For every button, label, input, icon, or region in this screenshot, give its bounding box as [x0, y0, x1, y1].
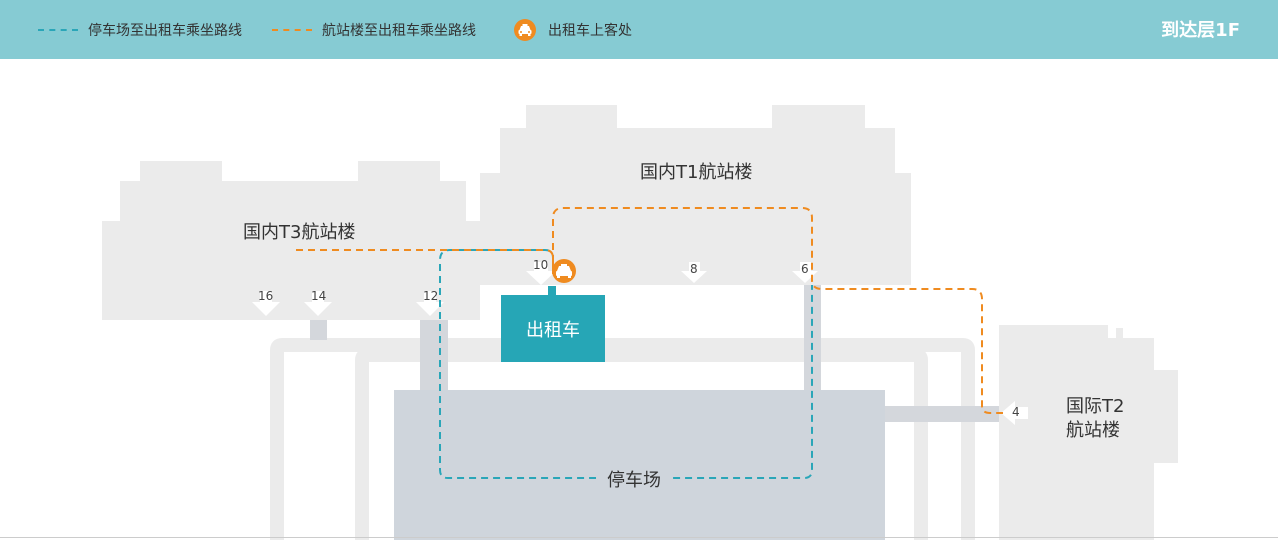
gate-number-12: 12 [423, 289, 439, 303]
terminal-t3-label: 国内T3航站楼 [243, 222, 356, 243]
gate-number-4: 4 [1012, 405, 1020, 419]
legend-label: 航站楼至出租车乘坐路线 [322, 22, 476, 39]
legend-label: 出租车上客处 [548, 22, 632, 39]
parking-route-swatch [38, 28, 78, 31]
gate-number-8: 8 [690, 262, 698, 276]
parking-label: 停车场 [596, 466, 672, 492]
taxi-pickup-marker [552, 259, 576, 283]
legend-taxi-pickup: 出租车上客处 [514, 0, 632, 59]
walkway-12 [420, 320, 448, 390]
header-bar: 停车场至出租车乘坐路线 航站楼至出租车乘坐路线 出租车上客处 到达层1F [0, 0, 1278, 59]
walkway-4 [885, 406, 999, 422]
gate-number-16: 16 [258, 289, 274, 303]
terminal-t2-label-line1: 国际T2 [1066, 396, 1125, 417]
gate-number-14: 14 [311, 289, 327, 303]
terminal-t1-label: 国内T1航站楼 [640, 162, 753, 183]
walkway-14 [310, 320, 327, 340]
taxi-icon [514, 18, 536, 41]
floor-title: 到达层1F [1161, 20, 1240, 41]
terminal-t2-label-line2: 航站楼 [1066, 420, 1120, 441]
taxi-stand-box: 出租车 [501, 295, 605, 362]
gate-number-10: 10 [533, 258, 549, 272]
legend-terminal-route: 航站楼至出租车乘坐路线 [272, 0, 476, 59]
terminal-route-swatch [272, 28, 312, 31]
legend-parking-route: 停车场至出租车乘坐路线 [38, 0, 242, 59]
gate-number-6: 6 [801, 262, 809, 276]
legend-label: 停车场至出租车乘坐路线 [88, 22, 242, 39]
bottom-divider [0, 537, 1278, 538]
